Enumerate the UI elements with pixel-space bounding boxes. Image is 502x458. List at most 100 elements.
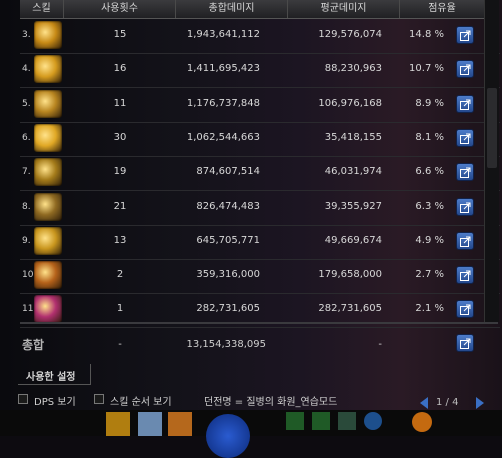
row-pct: 14.8 %: [409, 29, 444, 40]
skill-icon: [34, 123, 62, 152]
header-pct[interactable]: 점유율: [400, 0, 484, 18]
table-row: 9. 13 645,705,771 49,669,674 4.9 %: [20, 224, 500, 260]
row-share-button[interactable]: [456, 231, 474, 250]
row-pct: 10.7 %: [409, 63, 444, 75]
skill-icon: [34, 295, 62, 324]
header-avg[interactable]: 평균데미지: [288, 0, 400, 18]
share-icon: [460, 167, 471, 179]
row-total: 1,943,641,112: [186, 29, 260, 40]
table-row: 8. 21 826,474,483 39,355,927 6.3 %: [20, 190, 500, 226]
scrollbar[interactable]: [484, 0, 499, 322]
header-total[interactable]: 총합데미지: [176, 0, 288, 18]
row-rank: 4.: [22, 64, 31, 75]
hotbar-skill-icon[interactable]: [138, 412, 162, 436]
row-rank: 6.: [22, 132, 31, 143]
header-skill[interactable]: 스킬: [20, 0, 64, 18]
row-pct: 6.6 %: [415, 166, 444, 178]
share-icon: [460, 338, 471, 349]
row-share-button[interactable]: [456, 197, 474, 216]
row-total: 826,474,483: [196, 200, 260, 212]
row-rank: 8.: [22, 201, 31, 212]
row-total: 282,731,605: [196, 303, 260, 315]
table-row: 5. 11 1,176,737,848 106,976,168 8.9 %: [20, 87, 500, 123]
share-icon: [460, 30, 471, 41]
row-count: 19: [113, 166, 127, 178]
gear-icon[interactable]: [412, 412, 432, 432]
skill-order-label: 스킬 순서 보기: [110, 397, 172, 408]
row-avg: 179,658,000: [318, 269, 382, 281]
hotbar-item-icon[interactable]: [286, 412, 304, 430]
next-page-icon[interactable]: [476, 397, 484, 409]
row-pct: 2.1 %: [415, 303, 444, 315]
row-count: 15: [113, 29, 127, 40]
row-total: 874,607,514: [196, 166, 260, 178]
skill-order-checkbox[interactable]: [94, 394, 104, 404]
hotbar-item-icon[interactable]: [364, 412, 382, 430]
share-icon: [460, 64, 471, 76]
dungeon-name: 던전명 = 질병의 화원_연습모드: [204, 397, 338, 408]
row-pct: 8.9 %: [415, 97, 444, 109]
table-header: 스킬 사용횟수 총합데미지 평균데미지 점유율: [20, 0, 484, 19]
row-total: 1,062,544,663: [186, 131, 260, 143]
dps-checkbox[interactable]: [18, 394, 28, 404]
row-share-button[interactable]: [456, 94, 474, 113]
hotbar-skill-icon[interactable]: [168, 412, 192, 436]
row-rank: 3.: [22, 30, 31, 40]
row-share-button[interactable]: [456, 128, 474, 147]
row-rank: 5.: [22, 98, 31, 109]
share-icon: [460, 202, 471, 213]
totals-count: -: [118, 339, 122, 350]
skill-icon: [34, 21, 62, 49]
row-share-button[interactable]: [456, 266, 474, 285]
skill-icon: [34, 192, 62, 221]
header-count[interactable]: 사용횟수: [64, 0, 176, 18]
row-pct: 2.7 %: [415, 269, 444, 281]
prev-page-icon[interactable]: [420, 397, 428, 409]
divider: [20, 322, 498, 324]
row-avg: 129,576,074: [318, 29, 382, 40]
row-rank: 9.: [22, 235, 31, 246]
row-avg: 282,731,605: [318, 303, 382, 315]
row-share-button[interactable]: [456, 60, 474, 79]
row-count: 21: [113, 200, 127, 212]
row-pct: 4.9 %: [415, 234, 444, 246]
share-icon: [460, 270, 471, 282]
hotbar-skill-icon[interactable]: [106, 412, 130, 436]
row-share-button[interactable]: [456, 26, 474, 44]
row-share-button[interactable]: [456, 300, 474, 319]
row-total: 1,176,737,848: [186, 97, 260, 109]
row-count: 1: [116, 303, 124, 315]
row-total: 359,316,000: [196, 269, 260, 281]
skill-icon: [34, 158, 62, 187]
table-row: 6. 30 1,062,544,663 35,418,155 8.1 %: [20, 121, 500, 157]
hotbar-item-icon[interactable]: [338, 412, 356, 430]
row-total: 645,705,771: [196, 234, 260, 246]
scrollbar-thumb[interactable]: [487, 88, 497, 168]
row-count: 30: [113, 131, 127, 143]
row-avg: 46,031,974: [324, 166, 382, 178]
row-share-button[interactable]: [456, 163, 474, 182]
row-avg: 88,230,963: [324, 63, 382, 75]
totals-share-button[interactable]: [456, 334, 474, 352]
mp-orb: [206, 414, 250, 458]
row-count: 16: [113, 63, 127, 75]
skill-icon: [34, 55, 62, 84]
row-pct: 8.1 %: [415, 131, 444, 143]
table-row: 4. 16 1,411,695,423 88,230,963 10.7 %: [20, 52, 500, 89]
totals-avg: -: [378, 339, 382, 350]
totals-label: 총합: [22, 338, 45, 352]
hotbar-item-icon[interactable]: [312, 412, 330, 430]
row-count: 11: [113, 97, 127, 109]
row-avg: 49,669,674: [324, 234, 382, 246]
row-pct: 6.3 %: [415, 200, 444, 212]
used-settings-tab[interactable]: 사용한 설정: [18, 364, 91, 385]
share-icon: [460, 99, 471, 110]
share-icon: [460, 236, 471, 247]
table-row: 10. 2 359,316,000 179,658,000 2.7 %: [20, 258, 500, 295]
row-count: 2: [116, 269, 124, 281]
share-icon: [460, 133, 471, 144]
row-avg: 39,355,927: [324, 200, 382, 212]
row-avg: 35,418,155: [324, 131, 382, 143]
game-hotbar: [0, 410, 502, 458]
row-avg: 106,976,168: [318, 97, 382, 109]
